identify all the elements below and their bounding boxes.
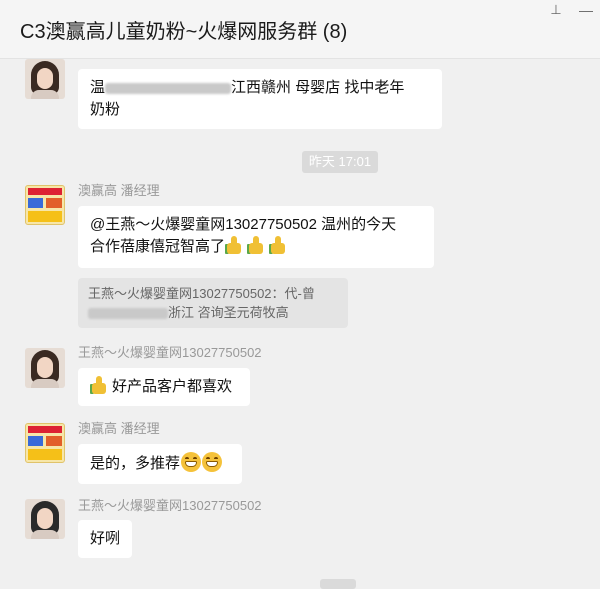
chat-header: C3澳赢高儿童奶粉~火爆网服务群 (8) ⊥ — <box>0 0 600 59</box>
avatar[interactable] <box>25 499 65 539</box>
avatar[interactable] <box>25 348 65 388</box>
timestamp-partial <box>320 579 356 589</box>
message-text: 奶粉 <box>90 101 121 118</box>
grin-icon <box>202 452 223 472</box>
message-bubble[interactable]: 是的，多推荐 <box>78 444 242 484</box>
message-bubble[interactable]: 温 江西赣州 母婴店 找中老年 奶粉 <box>78 69 442 129</box>
quoted-message[interactable]: 王燕～火爆婴童网13027750502：代-曾 浙江 咨询圣元荷牧高 <box>78 278 348 328</box>
thumbs-up-icon <box>90 376 110 394</box>
pin-icon[interactable]: ⊥ <box>548 2 564 18</box>
quote-text: 浙江 咨询圣元荷牧高 <box>168 305 289 320</box>
blurred-text <box>88 308 168 320</box>
avatar[interactable] <box>25 185 65 225</box>
sender-name: 王燕～火爆婴童网13027750502 <box>78 498 262 513</box>
thumbs-up-icon <box>225 236 245 254</box>
blurred-text <box>105 82 232 94</box>
minimize-icon[interactable]: — <box>578 2 594 18</box>
message-bubble[interactable]: @王燕～火爆婴童网13027750502 温州的今天 合作蓓康僖冠智高了 <box>78 206 434 268</box>
message-text: 是的，多推荐 <box>90 455 181 472</box>
sender-name: 王燕～火爆婴童网13027750502 <box>78 345 262 360</box>
message-bubble[interactable]: 好产品客户都喜欢 <box>78 368 250 406</box>
avatar[interactable] <box>25 423 65 463</box>
message-list[interactable]: 温 江西赣州 母婴店 找中老年 奶粉 昨天 17:01 澳赢高 潘经理 @王燕～火… <box>0 59 600 589</box>
chat-title: C3澳赢高儿童奶粉~火爆网服务群 (8) <box>20 21 348 43</box>
thumbs-up-icon <box>247 236 267 254</box>
message-text: 合作蓓康僖冠智高了 <box>90 238 226 255</box>
sender-name: 澳赢高 潘经理 <box>78 183 160 198</box>
timestamp: 昨天 17:01 <box>302 151 378 173</box>
message-text: @王燕～火爆婴童网13027750502 温州的今天 <box>90 216 397 233</box>
grin-icon <box>181 452 202 472</box>
message-text: 好咧 <box>90 530 121 547</box>
avatar[interactable] <box>25 59 65 99</box>
thumbs-up-icon <box>269 236 289 254</box>
message-text: 江西赣州 母婴店 找中老年 <box>231 79 405 96</box>
message-bubble[interactable]: 好咧 <box>78 520 132 558</box>
message-text: 好产品客户都喜欢 <box>112 378 233 395</box>
quote-text: 王燕～火爆婴童网13027750502：代-曾 <box>88 286 315 301</box>
message-text: 温 <box>90 79 106 96</box>
sender-name: 澳赢高 潘经理 <box>78 421 160 436</box>
